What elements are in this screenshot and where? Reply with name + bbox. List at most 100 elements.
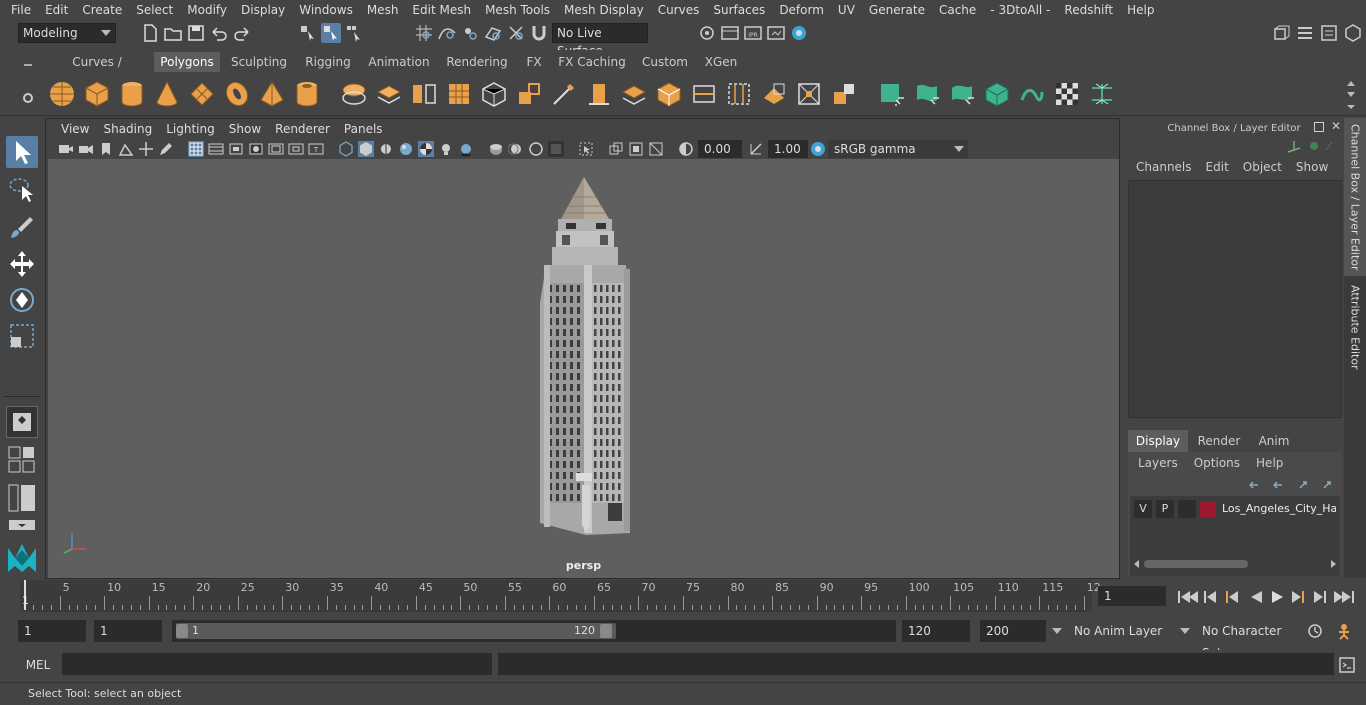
command-input[interactable] — [62, 653, 492, 675]
image-plane-icon[interactable] — [118, 141, 134, 157]
shelf-tab-rendering[interactable]: Rendering — [442, 52, 512, 72]
color-space-dropdown[interactable]: sRGB gamma — [828, 140, 968, 158]
four-view-layout[interactable] — [6, 444, 38, 476]
shelf-tab-polygons[interactable]: Polygons — [154, 52, 220, 72]
select-hierarchy-icon[interactable] — [298, 23, 318, 43]
uv-spherical-icon[interactable] — [948, 80, 976, 108]
playback-end-field[interactable]: 120 — [902, 620, 970, 642]
shelf-tab-rigging[interactable]: Rigging — [298, 52, 358, 72]
layer-color-swatch[interactable] — [1200, 501, 1216, 517]
los-angeles-city-hall-model[interactable] — [526, 173, 646, 543]
layer-visibility-toggle[interactable]: V — [1134, 500, 1152, 518]
safe-action-icon[interactable] — [288, 141, 304, 157]
current-frame-field[interactable]: 1 — [1098, 586, 1166, 606]
select-tool[interactable] — [6, 136, 38, 168]
layer-menu-help[interactable]: Help — [1256, 456, 1283, 474]
menu-mesh-tools[interactable]: Mesh Tools — [478, 0, 557, 20]
live-surface-field[interactable]: No Live Surface — [552, 23, 648, 58]
poly-sphere-icon[interactable] — [48, 80, 76, 108]
poly-plane-icon[interactable] — [188, 80, 216, 108]
shadows-icon[interactable] — [458, 141, 474, 157]
xray-components-icon[interactable] — [648, 141, 664, 157]
shelf-tab-curves-surfaces[interactable]: Curves / Surfaces — [46, 52, 148, 89]
depth-of-field-icon[interactable] — [548, 141, 564, 157]
snap-live-icon[interactable] — [506, 23, 526, 43]
play-forwards-icon[interactable] — [1272, 591, 1283, 603]
animation-preferences-icon[interactable] — [1334, 622, 1354, 640]
safe-title-icon[interactable]: T — [308, 141, 324, 157]
gamma-icon[interactable] — [748, 141, 764, 157]
menu-help[interactable]: Help — [1120, 0, 1161, 20]
layer-tab-display[interactable]: Display — [1128, 430, 1188, 452]
command-language-toggle[interactable]: MEL — [18, 654, 58, 676]
layer-menu-layers[interactable]: Layers — [1138, 456, 1178, 474]
menu-curves[interactable]: Curves — [651, 0, 707, 20]
layer-tab-render[interactable]: Render — [1192, 430, 1246, 452]
resolution-gate-icon[interactable] — [228, 141, 244, 157]
range-slider-handle[interactable] — [176, 623, 616, 639]
target-weld-icon[interactable] — [795, 80, 823, 108]
menu-cache[interactable]: Cache — [932, 0, 983, 20]
menu-windows[interactable]: Windows — [292, 0, 360, 20]
single-perspective-layout[interactable] — [6, 406, 38, 438]
uv-automatic-icon[interactable] — [983, 80, 1011, 108]
redo-icon[interactable] — [232, 23, 252, 43]
snap-curve-icon[interactable] — [437, 23, 457, 43]
viewport-menu-show[interactable]: Show — [222, 122, 268, 136]
workspace-dropdown[interactable]: Modeling — [18, 23, 116, 43]
paint-select-tool[interactable] — [6, 212, 38, 244]
layer-menu-options[interactable]: Options — [1194, 456, 1240, 474]
toggle-outliner-icon[interactable] — [1271, 23, 1291, 43]
gear-icon[interactable] — [22, 92, 34, 104]
color-management-icon[interactable] — [810, 141, 826, 157]
menu-create[interactable]: Create — [75, 0, 129, 20]
channel-box-menu-show[interactable]: Show — [1296, 160, 1328, 178]
auto-key-icon[interactable] — [1306, 622, 1324, 640]
scene-start-field[interactable]: 1 — [18, 620, 86, 642]
range-slider-end-grip[interactable] — [600, 624, 612, 638]
poly-cylinder-icon[interactable] — [118, 80, 146, 108]
insert-edge-loop-icon[interactable] — [690, 80, 718, 108]
select-component-icon[interactable] — [344, 23, 364, 43]
float-panel-icon[interactable] — [1314, 122, 1324, 132]
layer-playback-toggle[interactable]: P — [1156, 500, 1174, 518]
step-back-key-icon[interactable] — [1226, 591, 1238, 603]
new-scene-icon[interactable] — [140, 23, 160, 43]
lasso-tool[interactable] — [6, 174, 38, 206]
default-light-icon[interactable] — [378, 141, 394, 157]
layer-hscrollbar[interactable] — [1134, 558, 1336, 570]
viewport-menu-panels[interactable]: Panels — [337, 122, 390, 136]
grid-toggle-icon[interactable] — [188, 141, 204, 157]
render-frame-icon[interactable] — [720, 23, 740, 43]
range-slider-track[interactable]: 1 120 — [172, 620, 896, 642]
poly-torus-icon[interactable] — [223, 80, 251, 108]
poly-pyramid-icon[interactable] — [258, 80, 286, 108]
viewport-menu-shading[interactable]: Shading — [96, 122, 159, 136]
move-tool[interactable] — [6, 248, 38, 280]
menu-redshift[interactable]: Redshift — [1057, 0, 1120, 20]
save-scene-icon[interactable] — [186, 23, 206, 43]
remesh-icon[interactable] — [515, 80, 543, 108]
camera-icon[interactable] — [58, 141, 74, 157]
shelf-menu-icon[interactable] — [22, 59, 34, 71]
extrude-icon[interactable] — [585, 80, 613, 108]
magnet-icon[interactable] — [529, 23, 549, 43]
menu-file[interactable]: File — [4, 0, 38, 20]
step-forward-icon[interactable] — [1314, 591, 1326, 603]
grease-pencil-icon[interactable] — [158, 141, 174, 157]
chevron-down-icon[interactable] — [1052, 628, 1062, 634]
poly-cone-icon[interactable] — [153, 80, 181, 108]
separate-icon[interactable] — [375, 80, 403, 108]
shelf-tab-fx-caching[interactable]: FX Caching — [556, 52, 628, 72]
menu-deform[interactable]: Deform — [772, 0, 831, 20]
channel-box-axis-icon[interactable] — [1286, 138, 1336, 154]
layer-row[interactable]: V P Los_Angeles_City_Hall — [1134, 500, 1336, 520]
mirror-icon[interactable] — [410, 80, 438, 108]
rotate-tool[interactable] — [6, 284, 38, 316]
close-icon[interactable]: ✕ — [1329, 119, 1343, 133]
menu-select[interactable]: Select — [129, 0, 180, 20]
smooth-shade-icon[interactable] — [358, 141, 374, 157]
anim-layer-dropdown[interactable]: No Anim Layer — [1068, 620, 1188, 642]
uv-checker-icon[interactable] — [1053, 80, 1081, 108]
menu-generate[interactable]: Generate — [862, 0, 932, 20]
